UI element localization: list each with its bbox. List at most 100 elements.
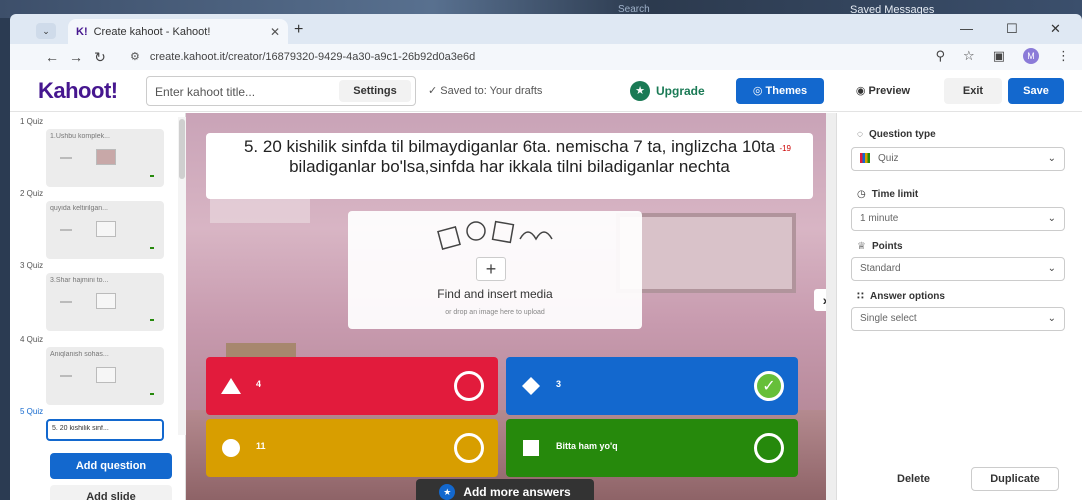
upgrade-button[interactable]: ★ Upgrade <box>630 80 705 102</box>
slide-answer-mark <box>150 393 154 395</box>
canvas-scrollbar[interactable] <box>826 113 836 500</box>
zoom-icon[interactable]: ⚲ <box>936 48 946 64</box>
side-panel-icon[interactable]: ▣ <box>993 48 1005 64</box>
answer-text[interactable]: Bitta ham yo'q <box>556 441 618 451</box>
site-info-icon[interactable]: ⚙ <box>130 51 140 63</box>
kahoot-logo[interactable]: Kahoot! <box>38 78 118 104</box>
media-illustration-icon <box>437 220 553 250</box>
slide-card[interactable]: 3.Shar hajmini to... <box>46 273 164 331</box>
title-box: Settings <box>146 76 416 106</box>
answer-text[interactable]: 11 <box>256 441 266 451</box>
slide-answer-mark <box>150 175 154 177</box>
kahoot-title-input[interactable] <box>155 83 325 101</box>
address-bar: ← → ↻ ⚙ create.kahoot.it/creator/16879320… <box>10 44 1082 70</box>
delete-button[interactable]: Delete <box>897 473 930 485</box>
slide-image-thumb <box>96 367 116 383</box>
close-tab-icon[interactable]: ✕ <box>270 25 280 39</box>
slide-label: 5 Quiz <box>20 407 44 416</box>
points-select[interactable]: Standard ⌄ <box>851 257 1065 281</box>
quiz-icon <box>860 153 870 164</box>
eye-icon: ◉ <box>855 85 866 97</box>
slide-card[interactable]: quyida keltirilgan... <box>46 201 164 259</box>
slide-timer-mark <box>60 375 72 377</box>
slide-preview-text: 3.Shar hajmini to... <box>50 277 109 284</box>
clock-icon: ◷ <box>857 189 866 200</box>
settings-button[interactable]: Settings <box>339 80 411 102</box>
slide-label: 2 Quiz <box>20 189 44 198</box>
kahoot-app: Kahoot! Settings ✓ Saved to: Your drafts… <box>10 70 1082 500</box>
answer-1[interactable]: 4 <box>206 357 498 415</box>
browser-tab[interactable]: K! Create kahoot - Kahoot! ✕ <box>68 19 288 44</box>
preview-label: Preview <box>868 85 911 97</box>
diamond-icon <box>522 377 540 395</box>
add-media-plus-icon[interactable]: + <box>476 257 506 281</box>
new-tab-icon[interactable]: + <box>294 21 303 39</box>
time-limit-label: ◷ Time limit <box>857 189 918 200</box>
square-icon <box>523 440 539 456</box>
add-slide-button[interactable]: Add slide <box>50 485 172 500</box>
answer-4[interactable]: Bitta ham yo'q <box>506 419 798 477</box>
question-type-value: Quiz <box>878 153 899 164</box>
circle-icon <box>222 439 240 457</box>
forward-icon[interactable]: → <box>64 49 88 65</box>
correct-toggle[interactable] <box>454 433 484 463</box>
correct-toggle[interactable] <box>454 371 484 401</box>
sidebar-scrollbar[interactable] <box>178 117 186 435</box>
profile-avatar[interactable]: M <box>1023 48 1039 64</box>
answer-text[interactable]: 3 <box>556 379 561 389</box>
bookmark-star-icon[interactable]: ☆ <box>963 48 975 64</box>
question-field[interactable]: 5. 20 kishilik sinfda til bilmaydiganlar… <box>206 133 813 199</box>
media-label: Find and insert media <box>437 287 553 301</box>
options-icon: ∷ <box>857 291 864 302</box>
url-field[interactable]: ⚙ create.kahoot.it/creator/16879320-9429-… <box>130 48 985 66</box>
kahoot-favicon-icon: K! <box>76 25 88 38</box>
answer-3[interactable]: 11 <box>206 419 498 477</box>
question-canvas: 5. 20 kishilik sinfda til bilmaydiganlar… <box>186 113 836 500</box>
save-button[interactable]: Save <box>1008 78 1064 104</box>
add-more-label: Add more answers <box>463 485 571 499</box>
add-more-answers-button[interactable]: ★ Add more answers <box>416 479 594 500</box>
slide-card[interactable]: 1.Ushbu komplek... <box>46 129 164 187</box>
browser-menu-icon[interactable]: ⋮ <box>1057 48 1070 64</box>
exit-button[interactable]: Exit <box>944 78 1002 104</box>
correct-toggle-checked[interactable]: ✓ <box>754 371 784 401</box>
chevron-down-icon: ⌄ <box>1047 213 1056 224</box>
kahoot-header: Kahoot! Settings ✓ Saved to: Your drafts… <box>10 70 1082 112</box>
slide-card-active[interactable]: 5. 20 kishilik sinf... <box>46 419 164 441</box>
upgrade-label: Upgrade <box>656 84 705 98</box>
media-dropzone[interactable]: + Find and insert media or drop an image… <box>348 211 642 329</box>
triangle-icon <box>221 378 241 394</box>
scrollbar-thumb[interactable] <box>179 119 185 179</box>
maximize-icon[interactable]: ☐ <box>1006 21 1018 37</box>
tab-search-button[interactable]: ⌄ <box>36 23 56 39</box>
add-question-button[interactable]: Add question <box>50 453 172 479</box>
background-board <box>616 213 796 293</box>
answer-text[interactable]: 4 <box>256 379 261 389</box>
saved-status: ✓ Saved to: Your drafts <box>428 85 543 97</box>
close-window-icon[interactable]: ✕ <box>1050 21 1061 37</box>
slide-answer-mark <box>150 319 154 321</box>
time-limit-select[interactable]: 1 minute ⌄ <box>851 207 1065 231</box>
palette-icon: ◎ <box>752 85 763 97</box>
chevron-down-icon: ⌄ <box>1047 313 1056 324</box>
back-icon[interactable]: ← <box>40 49 64 65</box>
minimize-icon[interactable]: — <box>960 21 973 36</box>
correct-toggle[interactable] <box>754 433 784 463</box>
slide-image-thumb <box>96 149 116 165</box>
preview-button[interactable]: ◉ Preview <box>840 78 926 104</box>
slide-card[interactable]: Aniqlanish sohas... <box>46 347 164 405</box>
url-text: create.kahoot.it/creator/16879320-9429-4… <box>149 51 476 63</box>
slide-answer-mark <box>150 247 154 249</box>
slide-image-thumb <box>96 221 116 237</box>
slide-image-thumb <box>96 293 116 309</box>
slide-timer-mark <box>60 301 72 303</box>
question-type-select[interactable]: Quiz ⌄ <box>851 147 1065 171</box>
media-hint: or drop an image here to upload <box>445 309 545 316</box>
saved-status-text: Saved to: Your drafts <box>440 85 543 97</box>
answer-options-select[interactable]: Single select ⌄ <box>851 307 1065 331</box>
themes-button[interactable]: ◎ Themes <box>736 78 824 104</box>
duplicate-button[interactable]: Duplicate <box>971 467 1059 491</box>
reload-icon[interactable]: ↻ <box>88 49 112 66</box>
star-icon: ★ <box>630 81 650 101</box>
answer-2[interactable]: 3 ✓ <box>506 357 798 415</box>
